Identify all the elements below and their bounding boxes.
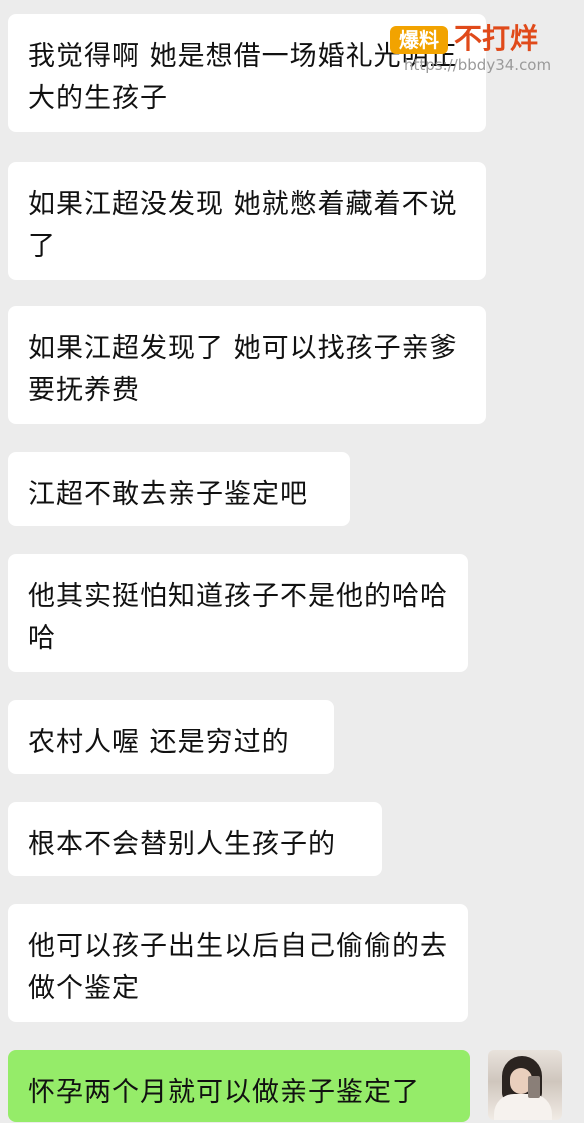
message-text: 如果江超发现了 她可以找孩子亲爹 要抚养费 <box>28 333 458 406</box>
message-text: 根本不会替别人生孩子的 <box>28 829 336 860</box>
message-bubble[interactable]: 农村人喔 还是穷过的 <box>8 700 334 774</box>
message-bubble[interactable]: 如果江超没发现 她就憋着藏着不说了 <box>8 162 486 280</box>
watermark-logo: 爆料 <box>390 26 448 54</box>
message-bubble[interactable]: 他可以孩子出生以后自己偷偷的去做个鉴定 <box>8 904 468 1022</box>
message-text: 农村人喔 还是穷过的 <box>28 727 290 758</box>
message-text: 如果江超没发现 她就憋着藏着不说了 <box>28 189 458 262</box>
message-text: 他其实挺怕知道孩子不是他的哈哈哈 <box>28 581 448 654</box>
message-text: 怀孕两个月就可以做亲子鉴定了 <box>28 1077 420 1108</box>
message-bubble[interactable]: 如果江超发现了 她可以找孩子亲爹 要抚养费 <box>8 306 486 424</box>
user-avatar[interactable] <box>488 1050 562 1120</box>
message-text: 江超不敢去亲子鉴定吧 <box>28 479 308 510</box>
sent-message-bubble[interactable]: 怀孕两个月就可以做亲子鉴定了 <box>8 1050 470 1122</box>
message-bubble[interactable]: 江超不敢去亲子鉴定吧 <box>8 452 350 526</box>
watermark-brand: 不打烊 <box>454 22 539 55</box>
watermark-url: https://bbdy34.com <box>404 56 552 74</box>
message-text: 他可以孩子出生以后自己偷偷的去做个鉴定 <box>28 931 448 1004</box>
chat-screen: 我觉得啊 她是想借一场婚礼光明正大的生孩子 如果江超没发现 她就憋着藏着不说了 … <box>0 0 584 1123</box>
watermark: 爆料 不打烊 https://bbdy34.com <box>384 0 584 80</box>
message-bubble[interactable]: 他其实挺怕知道孩子不是他的哈哈哈 <box>8 554 468 672</box>
message-bubble[interactable]: 根本不会替别人生孩子的 <box>8 802 382 876</box>
